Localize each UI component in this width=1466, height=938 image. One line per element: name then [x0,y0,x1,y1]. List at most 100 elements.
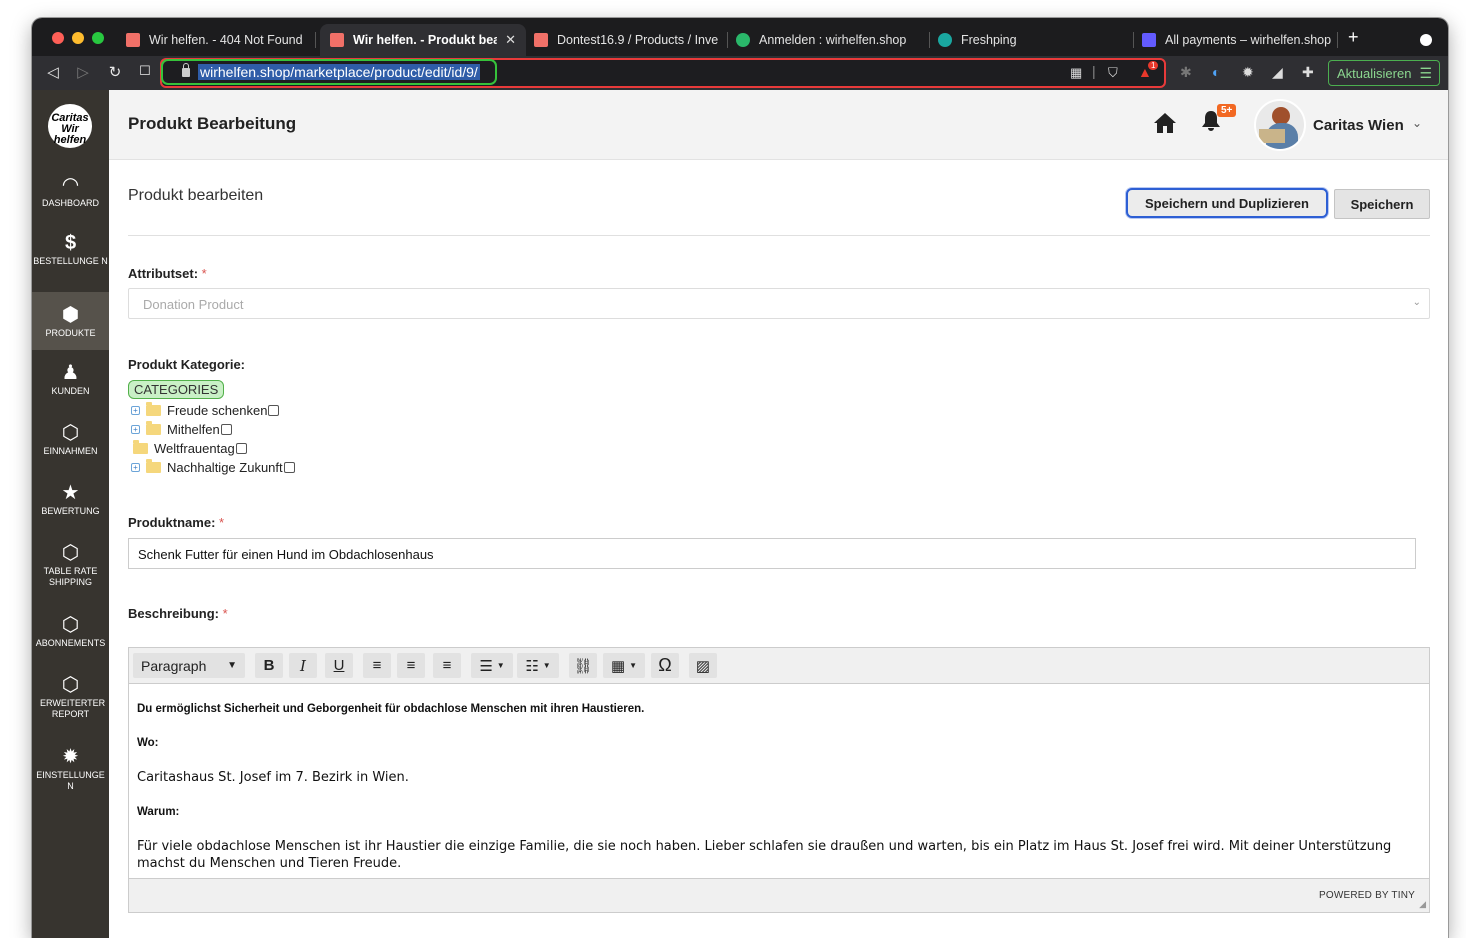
align-right-icon[interactable]: ≡ [433,653,461,678]
category-item: + Nachhaltige Zukunft [131,459,295,475]
link-icon[interactable]: ⛓ [569,653,597,678]
category-checkbox[interactable] [283,462,295,473]
sidebar-item-einnahmen[interactable]: ⬡ EINNAHMEN [32,422,109,468]
label-text: Beschreibung: [128,606,220,621]
bold-icon[interactable]: B [255,653,283,678]
close-window-button[interactable] [52,32,64,44]
tab-freshping[interactable]: Freshping [928,24,1134,56]
powered-by-tiny[interactable]: POWERED BY TINY [1319,890,1415,901]
home-icon[interactable] [1153,112,1177,134]
new-tab-icon[interactable]: + [1348,27,1359,48]
attributeset-label: Attributset: * [128,266,207,281]
update-button[interactable]: Aktualisieren ☰ [1328,60,1440,86]
sidebar-item-label: EINNAHMEN [43,446,98,456]
box-icon: ⬢ [61,304,80,326]
sidebar-item-label: PRODUKTE [45,328,96,338]
sidebar-item-label: BEWERTUNG [41,506,100,516]
forward-icon[interactable]: ▷ [74,63,92,81]
underline-icon[interactable]: U [325,653,353,678]
expand-icon[interactable]: + [131,425,140,434]
sidebar: Caritas Wir helfen ◠ DASHBOARD $ BESTELL… [32,90,109,938]
tab-dontest[interactable]: Dontest16.9 / Products / Invent [524,24,728,56]
description-line-1: Du ermöglichst Sicherheit und Geborgenhe… [137,703,645,715]
bookmark-icon[interactable]: ☐ [136,63,154,79]
align-left-icon[interactable]: ≡ [363,653,391,678]
sidebar-item-label: KUNDEN [51,386,90,396]
tab-bar: Wir helfen. - 404 Not Found Wir helfen. … [32,18,1448,56]
reload-icon[interactable]: ↻ [106,63,124,81]
folder-icon [146,402,161,416]
logo-text: Caritas Wir helfen [51,112,89,146]
extension-gear-icon[interactable]: ✱ [1180,64,1192,81]
extension-settings-icon[interactable]: ✹ [1242,64,1254,81]
sidebar-item-kunden[interactable]: ♟ KUNDEN [32,362,109,408]
tab-title: Dontest16.9 / Products / Invent [557,33,718,47]
minimize-window-button[interactable] [72,32,84,44]
required-mark: * [201,266,207,281]
block-format-select[interactable]: Paragraph ▼ [133,653,245,678]
product-name-input[interactable]: Schenk Futter für einen Hund im Obdachlo… [128,538,1416,569]
special-char-icon[interactable]: Ω [651,653,679,678]
tab-produkt-bearbeitung[interactable]: Wir helfen. - Produkt bearb ✕ [320,24,526,56]
zoom-window-button[interactable] [92,32,104,44]
category-item: Weltfrauentag [133,440,247,456]
tab-payments[interactable]: All payments – wirhelfen.shop [1132,24,1338,56]
numbered-list-icon[interactable]: ☷ ▼ [517,653,559,678]
hexagon-icon: ⬡ [61,542,80,564]
tab-menu-icon[interactable] [1420,34,1432,46]
sidebar-item-bestellungen[interactable]: $ BESTELLUNGE N [32,232,109,288]
category-checkbox[interactable] [268,405,280,416]
tab-favicon [330,33,344,47]
italic-icon[interactable]: I [289,653,317,678]
category-checkbox[interactable] [220,424,232,435]
expand-icon[interactable]: + [131,463,140,472]
tab-404[interactable]: Wir helfen. - 404 Not Found [116,24,316,56]
tab-title: Freshping [961,33,1017,47]
block-format-value: Paragraph [141,657,207,674]
extension-search-icon[interactable]: ◐ [1212,64,1220,80]
category-item: + Mithelfen [131,421,232,437]
avatar[interactable] [1254,99,1306,151]
sidebar-item-dashboard[interactable]: ◠ DASHBOARD [32,174,109,220]
sidebar-item-einstellungen[interactable]: ✹ EINSTELLUNGE N [32,746,109,802]
save-button[interactable]: Speichern [1334,189,1430,219]
qr-icon[interactable]: ▦ [1070,65,1082,81]
caritas-logo[interactable]: Caritas Wir helfen [48,104,92,148]
category-name: Mithelfen [167,422,220,437]
sidebar-item-table-rate-shipping[interactable]: ⬡ TABLE RATE SHIPPING [32,542,109,598]
resize-handle-icon[interactable]: ◢ [1419,899,1426,910]
sidebar-item-erweiterter-report[interactable]: ⬡ ERWEITERTER REPORT [32,674,109,730]
address-bar[interactable]: wirhelfen.shop/marketplace/product/edit/… [160,58,1166,88]
back-icon[interactable]: ◁ [44,63,62,81]
sidebar-item-abonnements[interactable]: ⬡ ABONNEMENTS [32,614,109,660]
page-title: Produkt Bearbeitung [128,114,297,133]
extension-tag-icon[interactable]: ◢ [1272,64,1283,81]
browser-toolbar: ◁ ▷ ↻ ☐ wirhelfen.shop/marketplace/produ… [32,56,1448,90]
sidebar-item-produkte[interactable]: ⬢ PRODUKTE [32,292,109,350]
category-label: Produkt Kategorie: [128,357,246,372]
bullet-list-icon[interactable]: ☰ ▼ [471,653,513,678]
hexagon-icon: ⬡ [61,614,80,636]
rich-text-editor[interactable]: Paragraph ▼ B I U ≡ ≡ ≡ ☰ ▼ ☷ ▼ ⛓ ▦ ▼ Ω ▨ D… [128,647,1430,913]
category-checkbox[interactable] [235,443,247,454]
sidebar-item-bewertung[interactable]: ★ BEWERTUNG [32,482,109,528]
brave-shield-icon[interactable]: ⛉ [1108,65,1118,81]
image-icon[interactable]: ▨ [689,653,717,678]
save-and-duplicate-button[interactable]: Speichern und Duplizieren [1126,188,1328,218]
tab-anmelden[interactable]: Anmelden : wirhelfen.shop [726,24,930,56]
attributeset-select[interactable]: Donation Product ⌄ [128,288,1430,319]
user-name[interactable]: Caritas Wien [1313,117,1404,134]
chevron-down-icon: ⌄ [1412,297,1421,308]
table-icon[interactable]: ▦ ▼ [603,653,645,678]
description-text-wo: Caritashaus St. Josef im 7. Bezirk in Wi… [137,770,409,785]
tab-favicon [736,33,750,47]
menu-icon: ☰ [1419,64,1432,81]
url-text[interactable]: wirhelfen.shop/marketplace/product/edit/… [198,64,480,80]
chevron-down-icon[interactable]: ⌄ [1412,116,1422,130]
align-center-icon[interactable]: ≡ [397,653,425,678]
browser-window: Wir helfen. - 404 Not Found Wir helfen. … [32,18,1448,938]
category-name: Weltfrauentag [154,441,235,456]
extensions-puzzle-icon[interactable]: ✚ [1302,64,1314,81]
close-tab-icon[interactable]: ✕ [505,32,516,48]
expand-icon[interactable]: + [131,406,140,415]
